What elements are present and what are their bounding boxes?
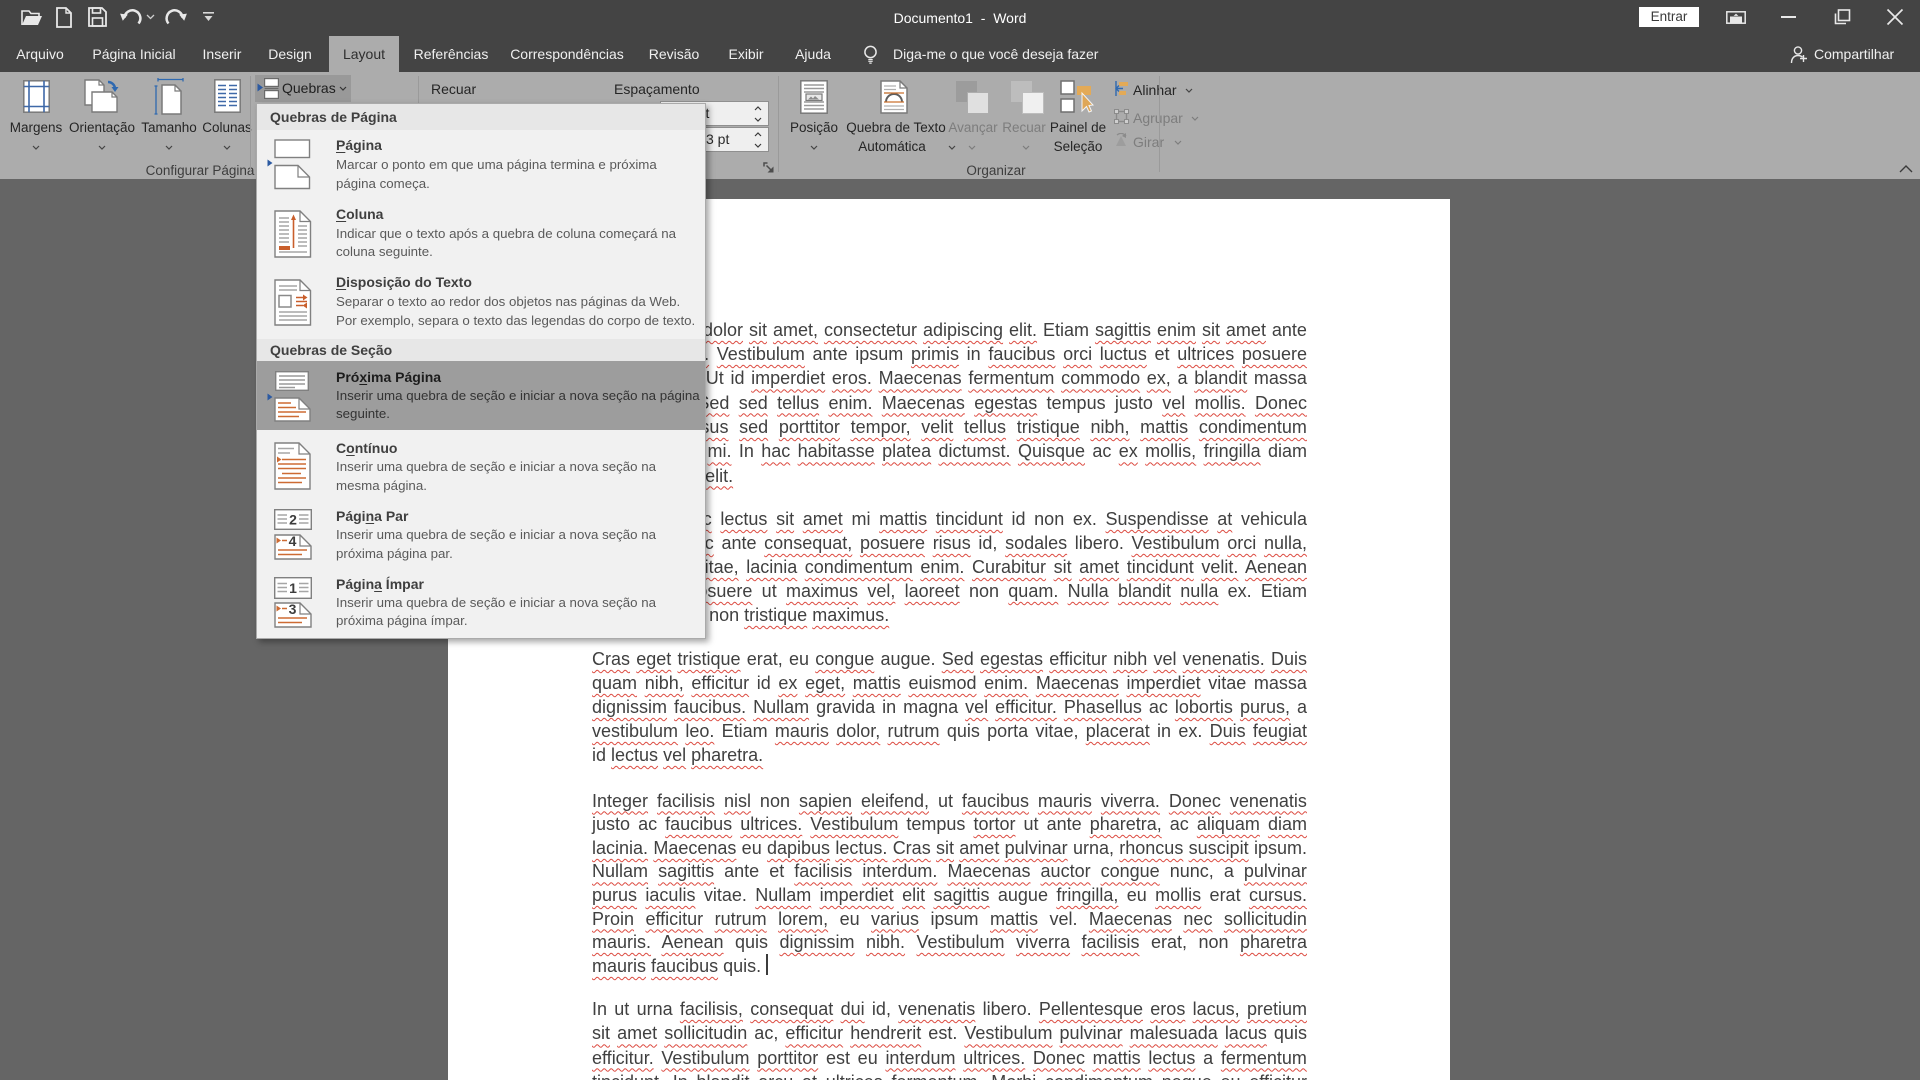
svg-text:1: 1	[289, 580, 297, 596]
svg-text:2: 2	[289, 512, 297, 528]
svg-text:3: 3	[288, 602, 296, 617]
svg-text:4: 4	[288, 534, 296, 549]
